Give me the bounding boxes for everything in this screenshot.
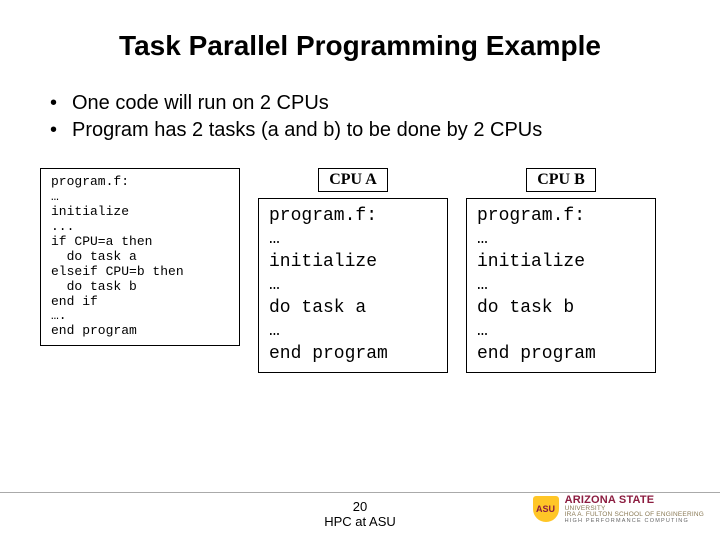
- source-code-box: program.f: … initialize ... if CPU=a the…: [40, 168, 240, 346]
- asu-logo: ASU ARIZONA STATE UNIVERSITY IRA A. FULT…: [533, 495, 704, 525]
- cpu-a-code: program.f: … initialize … do task a … en…: [258, 198, 448, 373]
- bullet-item: Program has 2 tasks (a and b) to be done…: [50, 117, 680, 144]
- cpu-b-code: program.f: … initialize … do task b … en…: [466, 198, 656, 373]
- asu-name: ARIZONA STATE: [565, 495, 704, 506]
- cpu-a-column: CPU A program.f: … initialize … do task …: [258, 168, 448, 373]
- bullet-item: One code will run on 2 CPUs: [50, 90, 680, 117]
- bullet-list: One code will run on 2 CPUs Program has …: [50, 90, 680, 144]
- code-row: program.f: … initialize ... if CPU=a the…: [40, 168, 680, 373]
- asu-logo-text: ARIZONA STATE UNIVERSITY IRA A. FULTON S…: [565, 495, 704, 525]
- cpu-a-label: CPU A: [318, 168, 388, 192]
- footer: 20 HPC at ASU ASU ARIZONA STATE UNIVERSI…: [0, 492, 720, 530]
- slide: Task Parallel Programming Example One co…: [0, 0, 720, 540]
- asu-hpc: HIGH PERFORMANCE COMPUTING: [565, 519, 704, 525]
- asu-shield-icon: ASU: [533, 496, 559, 522]
- cpu-b-column: CPU B program.f: … initialize … do task …: [466, 168, 656, 373]
- slide-title: Task Parallel Programming Example: [40, 30, 680, 62]
- cpu-b-label: CPU B: [526, 168, 596, 192]
